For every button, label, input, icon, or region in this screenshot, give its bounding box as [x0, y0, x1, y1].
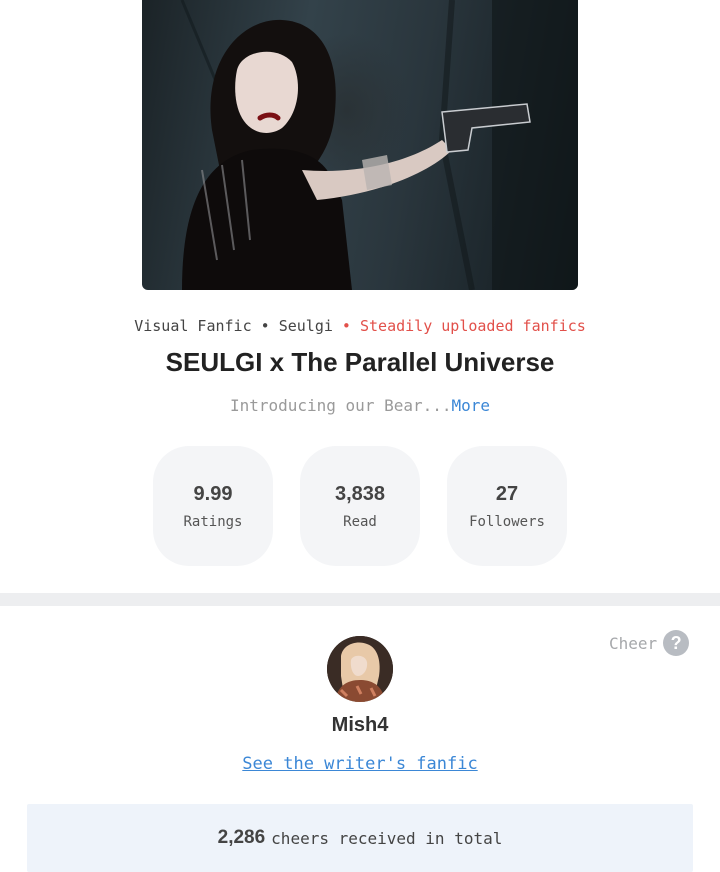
cheer-button[interactable]: Cheer ?: [609, 630, 690, 656]
cover-illustration: [180, 0, 578, 290]
stat-label: Read: [343, 513, 377, 530]
more-link[interactable]: More: [452, 396, 491, 415]
fanfic-status: • Steadily uploaded fanfics: [332, 317, 586, 335]
section-divider: [0, 593, 720, 606]
writer-name[interactable]: Mish4: [0, 714, 720, 737]
stat-label: Followers: [469, 513, 545, 530]
cover-image[interactable]: [142, 0, 578, 290]
avatar-illustration: [327, 636, 393, 702]
stat-value: 3,838: [334, 482, 386, 505]
cheers-count: 2,286: [217, 827, 266, 848]
fanfic-meta: Visual Fanfic • Seulgi • Steadily upload…: [0, 317, 720, 335]
fanfic-intro: Introducing our Bear...More: [0, 396, 720, 415]
fanfic-category[interactable]: Visual Fanfic: [134, 317, 251, 335]
stat-value: 9.99: [193, 482, 233, 505]
help-icon[interactable]: ?: [663, 630, 690, 656]
cheers-summary: 2,286 cheers received in total: [27, 804, 693, 872]
stat-ratings[interactable]: 9.99 Ratings: [153, 446, 273, 566]
see-writer-fanfic-link[interactable]: See the writer's fanfic: [0, 754, 720, 774]
intro-text: Introducing our Bear...: [229, 396, 452, 415]
stat-read[interactable]: 3,838 Read: [300, 446, 420, 566]
writer-avatar[interactable]: [327, 636, 393, 702]
cheers-text: cheers received in total: [271, 828, 503, 848]
stat-label: Ratings: [183, 513, 243, 530]
fanfic-title: SEULGI x The Parallel Universe: [165, 347, 555, 377]
fanfic-character[interactable]: Seulgi: [279, 317, 333, 335]
stat-followers[interactable]: 27 Followers: [447, 446, 567, 566]
stats-row: 9.99 Ratings 3,838 Read 27 Followers: [153, 446, 567, 566]
meta-separator: •: [251, 317, 279, 335]
stat-value: 27: [495, 482, 519, 505]
cheer-label: Cheer: [609, 633, 658, 653]
